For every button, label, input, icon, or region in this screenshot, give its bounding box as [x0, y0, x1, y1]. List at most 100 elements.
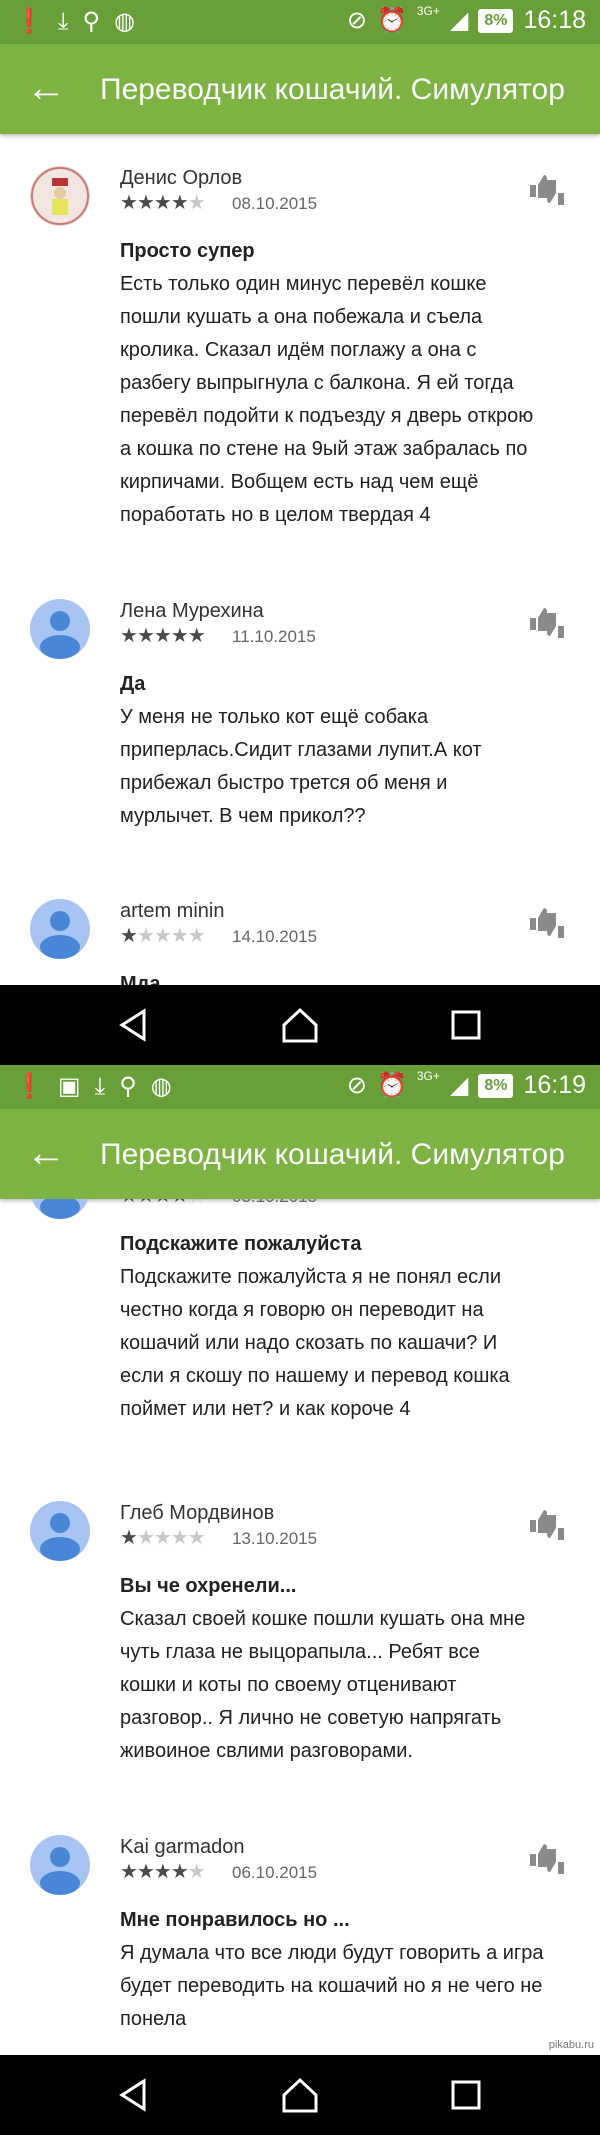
reviewer-name: Денис Орлов [120, 167, 243, 189]
review-title: Да [120, 673, 146, 695]
reviewer-name: artem minin [120, 900, 225, 922]
star-empty-icon: ★ [187, 192, 206, 214]
review-text-line: разбегу выпрыгнула с балкона. Я ей тогда [120, 372, 514, 394]
review-text: Есть только один минус перевёл кошке пошл… [120, 268, 575, 532]
status-bar: ❗ ⤓ ⚲ ◍ ⊘ ⏰ 3G+ ◢ 8% 16:18 [0, 0, 600, 44]
back-arrow-icon[interactable]: ← [26, 1133, 66, 1173]
star-filled-icon: ★ [120, 625, 138, 647]
app-bar: ← Переводчик кошачий. Симулятор [0, 1109, 600, 1199]
star-empty-icon: ★ [188, 1199, 206, 1207]
star-filled-icon: ★ [153, 625, 172, 647]
app-bar: ← Переводчик кошачий. Симулятор [0, 44, 600, 134]
star-filled-icon: ★ [136, 1861, 155, 1883]
review-text: Сказал своей кошке пошли кушать она мне ч… [120, 1603, 575, 1768]
review-date: 06.10.2015 [232, 1863, 318, 1882]
review-text-line: живоиное свлими разговорами. [120, 1740, 413, 1762]
nav-home-icon[interactable] [280, 1005, 320, 1045]
star-filled-icon: ★ [136, 625, 155, 647]
review-text-line: если я скошу по нашему и перевод кошка [120, 1365, 510, 1387]
do-not-disturb-icon: ⊘ [346, 7, 367, 34]
nav-recents-icon[interactable] [446, 1005, 486, 1045]
star-empty-icon: ★ [170, 1527, 189, 1549]
star-empty-icon: ★ [153, 925, 172, 947]
review-text-line: пошли кушать а она побежала и съела [120, 306, 483, 328]
star-filled-icon: ★ [137, 1199, 155, 1207]
thumbs-rating-icon[interactable] [528, 604, 566, 642]
signal-icon: ◢ [449, 1072, 469, 1099]
star-filled-icon: ★ [170, 625, 189, 647]
screenshot-2: ❗ ▣ ⤓ ⚲ ◍ ⊘ ⏰ 3G+ ◢ 8% 16:19 ← Переводчи… [0, 1065, 600, 2135]
thumbs-rating-icon[interactable] [528, 1506, 566, 1544]
review-item: Денис Орлов ★★★★★ 08.10.2015 Просто супе… [0, 166, 600, 566]
review-item: ★★★★★ 03.10.2015 Подскажите пожалуйста П… [0, 1199, 600, 1439]
nav-back-icon[interactable] [114, 2075, 154, 2115]
do-not-disturb-icon: ⊘ [346, 1072, 367, 1099]
star-rating: ★★★★★ [120, 1199, 206, 1207]
screenshot-1: ❗ ⤓ ⚲ ◍ ⊘ ⏰ 3G+ ◢ 8% 16:18 ← Переводчик … [0, 0, 600, 1065]
battery-level: 8% [478, 1073, 514, 1098]
clock: 16:19 [523, 1071, 586, 1099]
avatar [30, 166, 90, 226]
alarm-icon: ⏰ [376, 7, 407, 34]
alert-icon: ❗ [14, 1073, 44, 1100]
reviews-list[interactable]: Денис Орлов ★★★★★ 08.10.2015 Просто супе… [0, 134, 600, 985]
star-filled-icon: ★ [170, 1861, 189, 1883]
globe-icon: ◍ [150, 1073, 172, 1100]
star-filled-icon: ★ [153, 1861, 172, 1883]
avatar [30, 1835, 90, 1895]
review-text-line: Сказал своей кошке пошли кушать она мне [120, 1608, 526, 1630]
network-type: 3G+ [416, 3, 440, 18]
signal-icon: ◢ [449, 7, 469, 34]
review-text-line: кошачий или надо скозать по кашачи? И [120, 1332, 498, 1354]
review-text-line: Я думала что все люди будут говорить а и… [120, 1942, 544, 1964]
star-rating: ★★★★★ [120, 192, 206, 214]
star-rating: ★★★★★ [120, 1861, 206, 1883]
nav-recents-icon[interactable] [446, 2075, 486, 2115]
thumbs-rating-icon[interactable] [528, 171, 566, 209]
review-text-line: честно когда я говорю он переводит на [120, 1299, 484, 1321]
review-text: У меня не только кот ещё собака приперлас… [120, 701, 575, 833]
star-filled-icon: ★ [153, 192, 172, 214]
star-filled-icon: ★ [120, 192, 138, 214]
watermark: pikabu.ru [548, 2039, 594, 2051]
review-text-line: перевёл подойти к подъезду я дверь откро… [120, 405, 534, 427]
star-empty-icon: ★ [187, 1527, 206, 1549]
review-item: Лена Мурехина ★★★★★ 11.10.2015 Да У меня… [0, 599, 600, 859]
review-text-line: У меня не только кот ещё собака [120, 706, 429, 728]
star-rating: ★★★★★ [120, 925, 206, 947]
globe-icon: ◍ [114, 8, 136, 35]
navigation-bar [0, 985, 600, 1065]
reviews-list[interactable]: ★★★★★ 03.10.2015 Подскажите пожалуйста П… [0, 1199, 600, 2055]
back-arrow-icon[interactable]: ← [26, 68, 66, 108]
alert-icon: ❗ [14, 8, 44, 35]
search-icon: ⚲ [82, 8, 101, 35]
battery-level: 8% [478, 8, 514, 33]
network-type: 3G+ [416, 1068, 440, 1083]
review-item: Kai garmadon ★★★★★ 06.10.2015 Мне понрав… [0, 1835, 600, 2055]
thumbs-rating-icon[interactable] [528, 1840, 566, 1878]
review-text-line: будет переводить на кошачий но я не чего… [120, 1975, 543, 1997]
review-text-line: понела [120, 2008, 187, 2030]
star-empty-icon: ★ [136, 925, 155, 947]
review-item: Глеб Мордвинов ★★★★★ 13.10.2015 Вы че ох… [0, 1501, 600, 1781]
navigation-bar [0, 2055, 600, 2135]
image-icon: ▣ [57, 1073, 81, 1100]
review-text-line: прибежал быстро трется об меня и [120, 772, 448, 794]
search-icon: ⚲ [119, 1073, 137, 1100]
nav-home-icon[interactable] [280, 2075, 320, 2115]
thumbs-rating-icon[interactable] [528, 904, 566, 942]
review-date: 11.10.2015 [232, 627, 316, 646]
star-empty-icon: ★ [187, 1861, 206, 1883]
review-title: Мда [120, 973, 161, 985]
review-title: Просто супер [120, 240, 255, 262]
nav-back-icon[interactable] [114, 1005, 154, 1045]
page-title: Переводчик кошачий. Симулятор [100, 73, 565, 106]
review-text-line: поймет или нет? и как короче 4 [120, 1398, 411, 1420]
review-date: 08.10.2015 [232, 194, 318, 213]
reviewer-name: Kai garmadon [120, 1836, 245, 1858]
review-text: Я думала что все люди будут говорить а и… [120, 1937, 575, 2036]
star-filled-icon: ★ [120, 1861, 138, 1883]
page-title: Переводчик кошачий. Симулятор [100, 1138, 565, 1171]
review-text-line: поработать но в целом твердая 4 [120, 504, 431, 526]
review-title: Вы че охренели... [120, 1575, 297, 1597]
